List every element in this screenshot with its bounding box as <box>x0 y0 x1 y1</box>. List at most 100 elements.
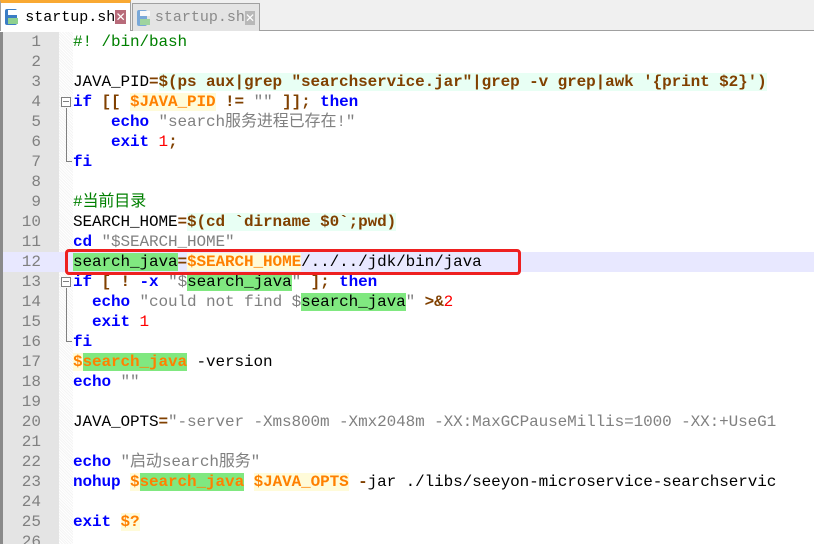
line-code: fi <box>73 332 92 352</box>
token-str: "search服务进程已存在!" <box>158 113 356 131</box>
annotation-highlight-box <box>65 249 521 275</box>
close-tab-icon[interactable]: ✕ <box>244 10 255 25</box>
line-number: 20 <box>21 413 41 431</box>
token-kw: echo <box>73 373 112 391</box>
code-line[interactable]: 25 exit $? <box>3 512 814 532</box>
token-plain: JAVA_OPTS <box>73 413 159 431</box>
token-kw: echo <box>111 113 150 131</box>
token-str: " <box>291 273 302 291</box>
code-line[interactable]: 3 JAVA_PID=$(ps aux|grep "searchservice.j… <box>3 72 814 92</box>
token-num: 1 <box>158 133 169 151</box>
fold-line <box>66 108 67 161</box>
line-code: if [[ $JAVA_PID != "" ]]; then <box>73 92 358 112</box>
token-plain: jar ./libs/seeyon-microservice-searchser… <box>367 473 777 491</box>
code-line[interactable]: 6 exit 1; <box>3 132 814 152</box>
code-line[interactable]: 15 exit 1 <box>3 312 814 332</box>
line-number: 18 <box>21 373 41 391</box>
code-line[interactable]: 10 SEARCH_HOME=$(cd `dirname $0`;pwd) <box>3 212 814 232</box>
close-tab-icon[interactable]: ✕ <box>115 10 126 24</box>
line-number: 4 <box>31 93 41 111</box>
token-str: "" <box>253 93 273 111</box>
code-line[interactable]: 13 if [ ! -x "$search_java" ]; then <box>3 272 814 292</box>
code-line[interactable]: 21 <box>3 432 814 452</box>
tab-startup-sh[interactable]: startup.sh ✕ <box>132 3 260 31</box>
tab-startup-sh-active[interactable]: startup.sh ✕ <box>0 0 131 31</box>
code-editor[interactable]: 1 #! /bin/bash 2 3 JAVA_PID=$(ps aux|grep "s… <box>0 32 814 544</box>
token-var: $ <box>130 473 140 491</box>
token-kw: if <box>73 273 93 291</box>
line-code: #! /bin/bash <box>73 32 187 52</box>
token-kw: fi <box>73 333 93 351</box>
token-sub: $(ps aux|grep "searchservice.jar"|grep -… <box>158 73 767 91</box>
line-number: 14 <box>21 293 41 311</box>
line-number: 13 <box>21 273 41 291</box>
code-line[interactable]: 22 echo "启动search服务" <box>3 452 814 472</box>
line-number: 5 <box>31 113 41 131</box>
code-line[interactable]: 8 <box>3 172 814 192</box>
code-line[interactable]: 20 JAVA_OPTS="-server -Xms800m -Xmx2048m … <box>3 412 814 432</box>
token-num: 1 <box>139 313 150 331</box>
token-var: $? <box>120 513 140 531</box>
code-line[interactable]: 19 <box>3 392 814 412</box>
token-kw: -x <box>139 273 159 291</box>
code-line[interactable]: 5 echo "search服务进程已存在!" <box>3 112 814 132</box>
token-sub: $(cd `dirname $0`;pwd) <box>187 213 397 231</box>
line-code: #当前目录 <box>73 192 146 212</box>
line-number: 6 <box>31 133 41 151</box>
token-op: [[ <box>92 93 131 111</box>
token-op: - <box>358 473 368 491</box>
line-code: exit 1 <box>73 312 149 332</box>
code-line[interactable]: 4 if [[ $JAVA_PID != "" ]]; then <box>3 92 814 112</box>
token-str: "" <box>120 373 140 391</box>
code-line[interactable]: 9 #当前目录 <box>3 192 814 212</box>
line-code: echo "could not find $search_java" >&2 <box>73 292 453 312</box>
line-number: 17 <box>21 353 41 371</box>
token-str: " <box>405 293 416 311</box>
token-hl: search_java <box>301 293 406 311</box>
token-num: 2 <box>443 293 454 311</box>
line-number: 7 <box>31 153 41 171</box>
saved-file-icon <box>5 9 19 25</box>
tab-bar: startup.sh ✕ startup.sh ✕ <box>0 0 814 31</box>
fold-toggle-icon[interactable] <box>61 97 71 107</box>
code-line[interactable]: 1 #! /bin/bash <box>3 32 814 52</box>
token-hl: search_java <box>187 273 292 291</box>
code-line[interactable]: 2 <box>3 52 814 72</box>
token-kw: echo <box>92 293 131 311</box>
line-code: SEARCH_HOME=$(cd `dirname $0`;pwd) <box>73 212 396 232</box>
line-number: 19 <box>21 393 41 411</box>
line-code: echo "" <box>73 372 140 392</box>
tab-label: startup.sh <box>25 8 116 26</box>
token-kw: then <box>339 273 378 291</box>
code-line[interactable]: 26 <box>3 532 814 544</box>
token-str: "could not find $ <box>139 293 302 311</box>
token-kw: nohup <box>73 473 121 491</box>
token-str: "启动search服务" <box>120 453 261 471</box>
token-kw: fi <box>73 153 93 171</box>
line-number: 22 <box>21 453 41 471</box>
code-line[interactable]: 18 echo "" <box>3 372 814 392</box>
code-line[interactable]: 23 nohup $search_java $JAVA_OPTS -jar ./l… <box>3 472 814 492</box>
line-code: nohup $search_java $JAVA_OPTS -jar ./lib… <box>73 472 776 492</box>
fold-toggle-icon[interactable] <box>61 277 71 287</box>
code-line[interactable]: 7 fi <box>3 152 814 172</box>
code-line[interactable]: 16 fi <box>3 332 814 352</box>
token-op: >& <box>424 293 444 311</box>
token-kw: echo <box>73 453 112 471</box>
code-line[interactable]: 24 <box>3 492 814 512</box>
code-line[interactable]: 17 $search_java -version <box>3 352 814 372</box>
token-op: [ ! <box>92 273 140 291</box>
token-op: ]]; <box>272 93 321 111</box>
code-line[interactable]: 14 echo "could not find $search_java" >&… <box>3 292 814 312</box>
line-number: 25 <box>21 513 41 531</box>
token-plain: JAVA_PID <box>73 73 150 91</box>
